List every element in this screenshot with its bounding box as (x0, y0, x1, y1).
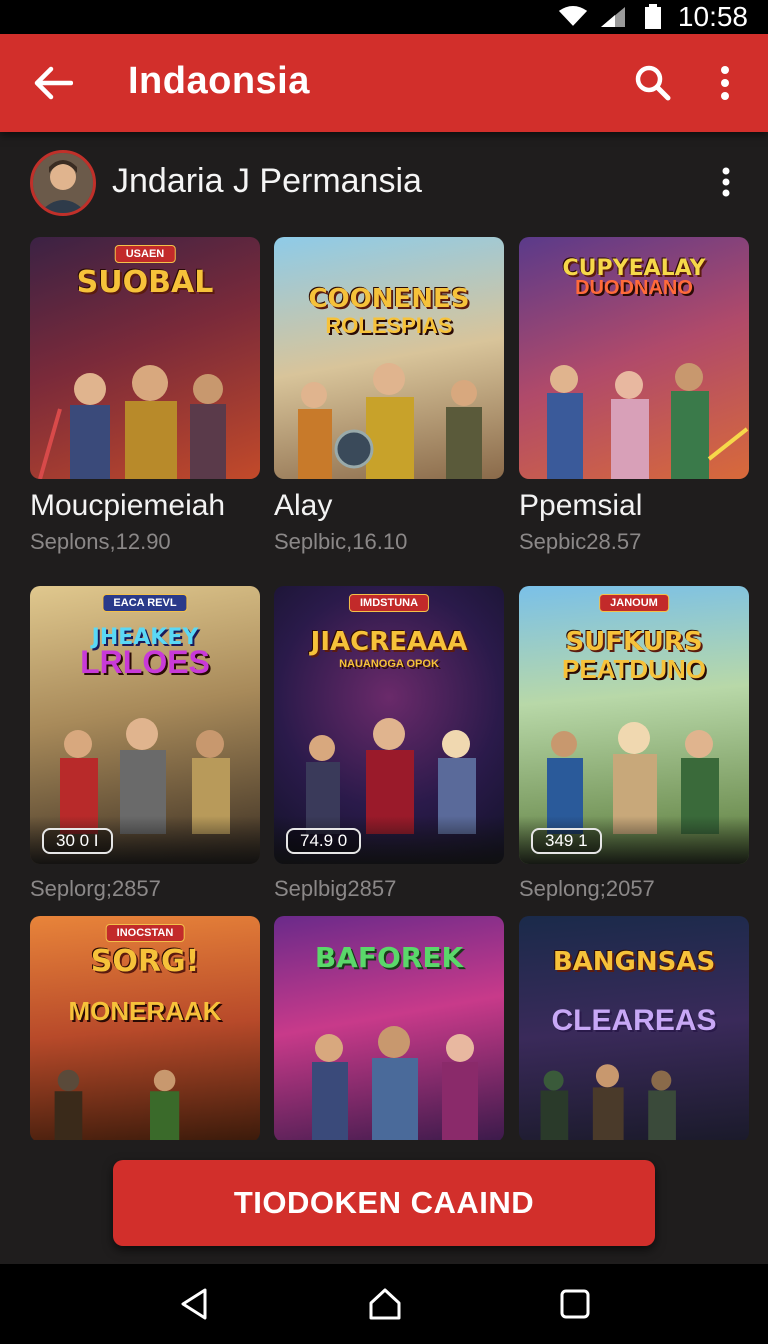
cta-button[interactable]: TIODOKEN CAAIND (113, 1160, 655, 1246)
game-card[interactable]: COONENES ROLESPIAS Alay Seplbic,16.10 (274, 237, 504, 555)
status-bar: 10:58 (0, 0, 768, 34)
game-artwork (306, 718, 476, 834)
game-thumbnail[interactable]: CUPYEALAY DUODNANO (519, 237, 749, 479)
game-card[interactable]: CUPYEALAY DUODNANO Ppemsial Sepbic28.57 (519, 237, 749, 555)
app-bar: Indaonsia (0, 34, 768, 132)
game-artwork (298, 363, 482, 479)
game-card[interactable]: USAEN SUOBAL Moucpiemeiah Seplons,12.90 (30, 237, 260, 555)
game-logo-sub: MONERAAK (68, 996, 222, 1026)
game-logo-sub: LRLOES (80, 644, 210, 680)
game-logo-sub: ROLESPIAS (325, 313, 453, 338)
more-vertical-icon[interactable] (702, 58, 748, 108)
game-thumbnail[interactable]: USAEN SUOBAL (30, 237, 260, 479)
game-chip: EACA REVL (102, 594, 188, 612)
game-chip: JANOUM (599, 594, 669, 612)
game-meta: Seplbig2857 (274, 876, 397, 901)
game-card[interactable]: BANGNSAS CLEAREAS (519, 916, 749, 1142)
game-logo: BAFOREK (314, 941, 464, 974)
signal-icon (598, 5, 628, 29)
avatar[interactable] (30, 150, 96, 216)
wifi-icon (558, 5, 588, 29)
game-thumbnail[interactable]: JANOUM SUFKURS PEATDUNO (519, 586, 749, 864)
game-logo-sub: CLEAREAS (551, 1004, 717, 1037)
page-title: Indaonsia (128, 60, 310, 102)
game-chip: INOCSTAN (105, 924, 185, 942)
game-thumbnail[interactable]: IMDSTUNA JIACREAAA NAUANOGA OPOK (274, 586, 504, 864)
game-card[interactable]: INOCSTAN SORG! MONERAAK (30, 916, 260, 1142)
rating-badge: 349 1 (531, 828, 602, 854)
game-card[interactable]: BAFOREK (274, 916, 504, 1142)
search-icon[interactable] (628, 58, 678, 108)
game-thumbnail[interactable]: BANGNSAS CLEAREAS (519, 916, 749, 1142)
battery-icon (638, 4, 668, 29)
game-logo-sub: PEATDUNO (562, 654, 706, 684)
game-artwork (38, 365, 226, 479)
game-title[interactable]: Alay (274, 489, 504, 523)
game-chip: IMDSTUNA (348, 594, 430, 612)
game-artwork (547, 363, 749, 479)
game-logo-sub: DUODNANO (575, 277, 693, 299)
game-artwork (54, 1069, 180, 1142)
back-triangle-icon[interactable] (172, 1284, 216, 1324)
game-logo: SORG! (90, 944, 200, 979)
system-nav-bar (0, 1264, 768, 1344)
game-logo: JIACREAAA (310, 627, 468, 657)
game-logo: COONENES (308, 284, 470, 314)
game-logo: BANGNSAS (552, 947, 716, 977)
game-meta: Seplbic,16.10 (274, 529, 408, 554)
game-card[interactable]: EACA REVL JHEAKEY LRLOES 30 0 I Seplorg;… (30, 586, 260, 902)
home-icon[interactable] (363, 1284, 407, 1324)
profile-name: Jndaria J Permansia (112, 162, 422, 200)
game-artwork (540, 1064, 676, 1142)
game-title[interactable]: Moucpiemeiah (30, 489, 260, 523)
rating-badge: 30 0 I (42, 828, 113, 854)
arrow-left-icon[interactable] (28, 58, 78, 108)
game-card[interactable]: JANOUM SUFKURS PEATDUNO 349 1 Seplong;20… (519, 586, 749, 902)
game-artwork (312, 1026, 478, 1142)
game-logo-sub: NAUANOGA OPOK (339, 658, 439, 670)
game-thumbnail[interactable]: COONENES ROLESPIAS (274, 237, 504, 479)
game-meta: Seplong;2057 (519, 876, 655, 901)
game-meta: Seplorg;2857 (30, 876, 161, 901)
rating-badge: 74.9 0 (286, 828, 362, 854)
status-time: 10:58 (677, 1, 748, 32)
game-artwork (60, 718, 230, 834)
profile-row: Jndaria J Permansia (0, 140, 768, 226)
game-logo: SUOBAL (76, 265, 214, 300)
game-title[interactable]: Ppemsial (519, 489, 749, 523)
game-thumbnail[interactable]: BAFOREK (274, 916, 504, 1142)
game-card[interactable]: IMDSTUNA JIACREAAA NAUANOGA OPOK 74.9 0 … (274, 586, 504, 902)
game-thumbnail[interactable]: EACA REVL JHEAKEY LRLOES (30, 586, 260, 864)
recents-square-icon[interactable] (553, 1284, 597, 1324)
game-meta: Seplons,12.90 (30, 529, 171, 554)
game-chip: USAEN (114, 245, 176, 263)
game-meta: Sepbic28.57 (519, 529, 642, 554)
game-thumbnail[interactable]: INOCSTAN SORG! MONERAAK (30, 916, 260, 1142)
game-artwork (547, 722, 719, 834)
more-vertical-icon[interactable] (708, 162, 744, 202)
